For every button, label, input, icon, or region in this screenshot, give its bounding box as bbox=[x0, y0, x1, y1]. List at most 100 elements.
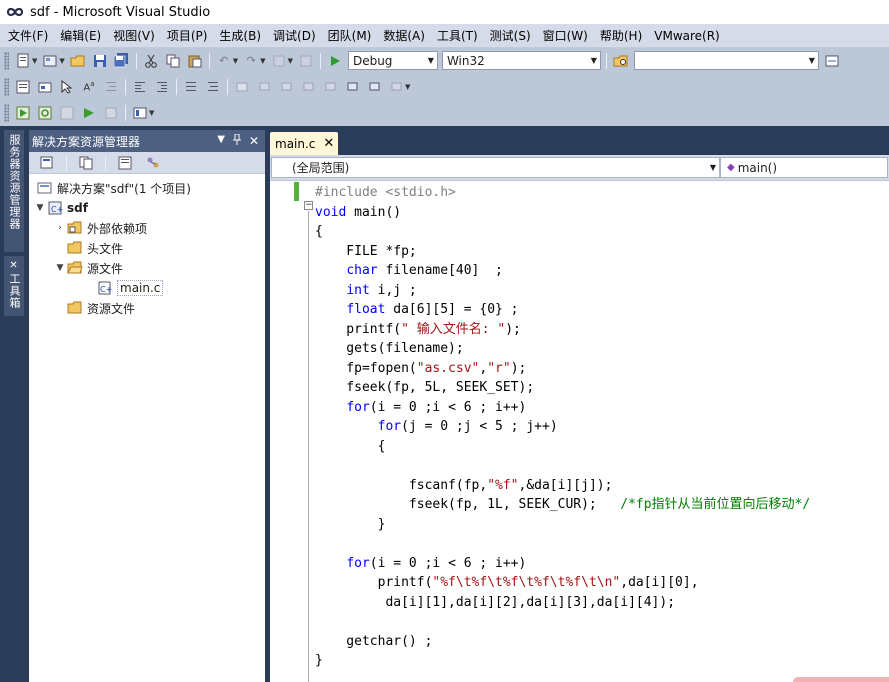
find-icon[interactable] bbox=[823, 52, 841, 70]
copy-icon[interactable] bbox=[164, 52, 182, 70]
add-item-icon[interactable] bbox=[41, 52, 59, 70]
next-bookmark-in-folder-icon[interactable] bbox=[321, 78, 339, 96]
scope-select[interactable]: (全局范围) ▼ bbox=[271, 157, 720, 178]
toggle-bookmark-icon[interactable] bbox=[233, 78, 251, 96]
configuration-select[interactable]: Debug ▼ bbox=[347, 51, 438, 70]
tab-main-c[interactable]: main.c ✕ bbox=[270, 132, 338, 155]
uncomment-lines-icon[interactable] bbox=[204, 78, 222, 96]
build-icon[interactable] bbox=[14, 104, 32, 122]
chevron-down-icon: ▼ bbox=[427, 56, 434, 65]
menu-file[interactable]: 文件(F) bbox=[2, 25, 54, 47]
menu-data[interactable]: 数据(A) bbox=[377, 25, 431, 47]
chevron-down-icon[interactable]: ▼ bbox=[233, 57, 238, 65]
chevron-down-icon[interactable]: ▼ bbox=[53, 263, 67, 273]
solution-explorer-toolbar bbox=[29, 152, 265, 174]
chevron-down-icon[interactable]: ▼ bbox=[33, 203, 47, 213]
navigate-backward-icon[interactable] bbox=[270, 52, 288, 70]
tree-item-external-dependencies[interactable]: › 外部依赖项 bbox=[29, 218, 265, 238]
tree-item-header-files[interactable]: 头文件 bbox=[29, 238, 265, 258]
class-view-icon[interactable] bbox=[143, 154, 163, 172]
open-file-icon[interactable] bbox=[69, 52, 87, 70]
next-bookmark-icon[interactable] bbox=[277, 78, 295, 96]
increase-indent-icon[interactable] bbox=[153, 78, 171, 96]
solution-explorer-panel: 解决方案资源管理器 ▼ ✕ 解决方案"sdf"(1 个项目) ▼ C+ sdf … bbox=[29, 130, 265, 682]
tree-item-source-files[interactable]: ▼ 源文件 bbox=[29, 258, 265, 278]
chevron-right-icon[interactable]: › bbox=[53, 223, 67, 233]
decrease-indent-icon[interactable] bbox=[131, 78, 149, 96]
text-editor-toolbar: Aa ▼ bbox=[0, 74, 412, 99]
properties-icon[interactable] bbox=[37, 154, 57, 172]
build-solution-icon[interactable] bbox=[58, 104, 76, 122]
next-bookmark-in-document-icon[interactable] bbox=[365, 78, 383, 96]
start-without-debugging-icon[interactable] bbox=[80, 104, 98, 122]
start-debugging-icon[interactable] bbox=[326, 52, 344, 70]
tree-item-solution[interactable]: 解决方案"sdf"(1 个项目) bbox=[29, 178, 265, 198]
code-line: int i,j ; bbox=[315, 281, 810, 301]
toolbar-options-chevron-icon[interactable]: ▼ bbox=[149, 109, 154, 117]
new-project-icon[interactable] bbox=[14, 52, 32, 70]
find-in-files-icon[interactable] bbox=[612, 52, 630, 70]
view-class-diagram-icon[interactable] bbox=[115, 154, 135, 172]
toolbar-options-chevron-icon[interactable]: ▼ bbox=[405, 83, 410, 91]
chevron-down-icon[interactable]: ▼ bbox=[260, 57, 265, 65]
previous-bookmark-in-folder-icon[interactable] bbox=[299, 78, 317, 96]
show-all-files-icon[interactable] bbox=[76, 154, 96, 172]
complete-word-icon[interactable]: Aa bbox=[80, 78, 98, 96]
cancel-build-icon[interactable] bbox=[102, 104, 120, 122]
solution-explorer-title: 解决方案资源管理器 bbox=[32, 134, 141, 149]
server-explorer-tab[interactable]: 服务器资源管理器 bbox=[4, 130, 24, 252]
chevron-down-icon[interactable]: ▼ bbox=[32, 57, 37, 65]
navigate-forward-icon[interactable] bbox=[297, 52, 315, 70]
code-token: printf( bbox=[315, 575, 433, 590]
menu-edit[interactable]: 编辑(E) bbox=[54, 25, 107, 47]
menu-tools[interactable]: 工具(T) bbox=[431, 25, 484, 47]
paste-icon[interactable] bbox=[186, 52, 204, 70]
cut-icon[interactable] bbox=[142, 52, 160, 70]
auto-hide-pin-icon[interactable] bbox=[232, 133, 241, 148]
save-all-icon[interactable] bbox=[113, 52, 131, 70]
find-combo[interactable]: ▼ bbox=[633, 51, 819, 70]
tree-item-resource-files[interactable]: 资源文件 bbox=[29, 298, 265, 318]
close-icon[interactable]: ✕ bbox=[249, 134, 259, 148]
clear-bookmarks-icon[interactable] bbox=[387, 78, 405, 96]
menu-window[interactable]: 窗口(W) bbox=[537, 25, 594, 47]
toolbar-grip[interactable] bbox=[4, 51, 9, 70]
chevron-down-icon[interactable]: ▼ bbox=[288, 57, 293, 65]
rebuild-icon[interactable] bbox=[36, 104, 54, 122]
platform-select[interactable]: Win32 ▼ bbox=[441, 51, 601, 70]
toolbar-grip[interactable] bbox=[4, 103, 9, 122]
menu-view[interactable]: 视图(V) bbox=[107, 25, 161, 47]
parameter-info-icon[interactable] bbox=[36, 78, 54, 96]
member-select[interactable]: ◆ main() bbox=[720, 157, 888, 178]
configuration-manager-icon[interactable] bbox=[131, 104, 149, 122]
comment-lines-icon[interactable] bbox=[182, 78, 200, 96]
close-icon[interactable]: ✕ bbox=[323, 136, 334, 151]
tree-item-main-c[interactable]: C+ main.c bbox=[29, 278, 265, 298]
menu-build[interactable]: 生成(B) bbox=[213, 25, 267, 47]
undo-icon[interactable]: ↶ bbox=[215, 52, 233, 70]
quick-info-icon[interactable] bbox=[58, 78, 76, 96]
window-position-dropdown-icon[interactable]: ▼ bbox=[217, 134, 225, 148]
toolbar-grip[interactable] bbox=[4, 77, 9, 96]
previous-bookmark-in-document-icon[interactable] bbox=[343, 78, 361, 96]
tree-item-project[interactable]: ▼ C+ sdf bbox=[29, 198, 265, 218]
menu-help[interactable]: 帮助(H) bbox=[594, 25, 648, 47]
display-object-member-list-icon[interactable] bbox=[14, 78, 32, 96]
code-area[interactable]: − #include <stdio.h> void main(){ FILE *f… bbox=[270, 181, 889, 682]
menu-project[interactable]: 项目(P) bbox=[161, 25, 214, 47]
menu-team[interactable]: 团队(M) bbox=[322, 25, 378, 47]
cpp-project-icon: C+ bbox=[47, 201, 63, 215]
indent-icon[interactable] bbox=[102, 78, 120, 96]
save-icon[interactable] bbox=[91, 52, 109, 70]
previous-bookmark-icon[interactable] bbox=[255, 78, 273, 96]
menu-vmware[interactable]: VMware(R) bbox=[648, 25, 725, 47]
redo-icon[interactable]: ↷ bbox=[242, 52, 260, 70]
collapse-function-icon[interactable]: − bbox=[304, 201, 313, 210]
toolbox-tab[interactable]: ✕ 工具箱 bbox=[4, 256, 24, 316]
menu-debug[interactable]: 调试(D) bbox=[267, 25, 322, 47]
side-tab-strip: 服务器资源管理器 ✕ 工具箱 bbox=[0, 126, 29, 682]
chevron-down-icon[interactable]: ▼ bbox=[59, 57, 64, 65]
solution-tree: 解决方案"sdf"(1 个项目) ▼ C+ sdf › 外部依赖项 头文件 ▼ … bbox=[29, 174, 265, 318]
menu-test[interactable]: 测试(S) bbox=[484, 25, 537, 47]
code-token: "as.csv" bbox=[416, 360, 480, 376]
